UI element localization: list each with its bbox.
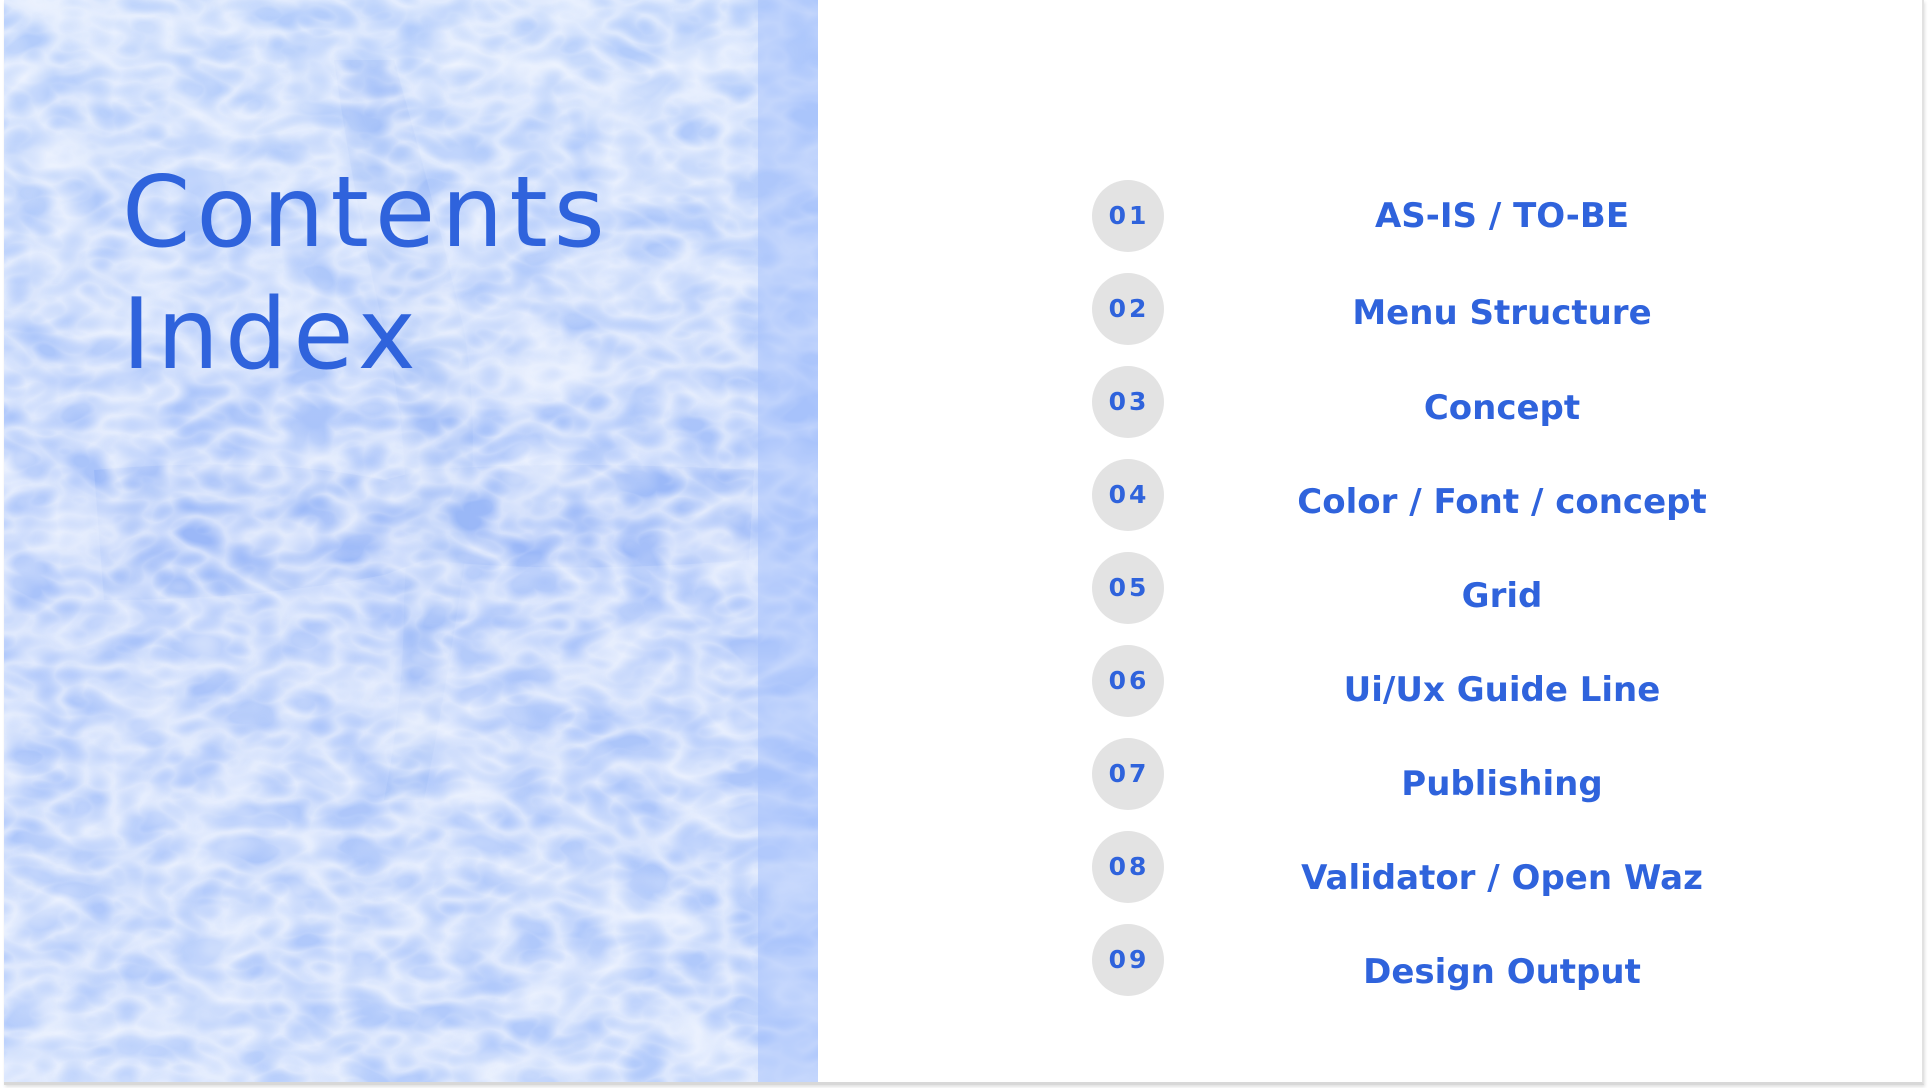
number-badge: 08 — [1092, 831, 1164, 903]
number-badge: 06 — [1092, 645, 1164, 717]
water-image-panel: Contents Index — [4, 0, 818, 1082]
number-badge: 07 — [1092, 738, 1164, 810]
contents-index-title: Contents Index — [122, 152, 611, 396]
list-item-08[interactable]: 08 Validator / Open Waz — [1092, 831, 1792, 905]
item-label: Menu Structure — [1352, 293, 1652, 333]
number-badge: 03 — [1092, 366, 1164, 438]
slide: Contents Index 01 AS-IS / TO-BE 02 Menu … — [0, 0, 1928, 1088]
title-line-2: Index — [122, 278, 422, 392]
list-item-06[interactable]: 06 Ui/Ux Guide Line — [1092, 645, 1792, 719]
item-label: Design Output — [1363, 952, 1641, 992]
item-label: AS-IS / TO-BE — [1374, 196, 1630, 236]
number-badge: 01 — [1092, 180, 1164, 252]
list-item-07[interactable]: 07 Publishing — [1092, 738, 1792, 812]
slide-frame: Contents Index 01 AS-IS / TO-BE 02 Menu … — [4, 0, 1924, 1085]
item-label: Publishing — [1401, 764, 1603, 804]
title-line-1: Contents — [122, 156, 611, 270]
number-badge: 02 — [1092, 273, 1164, 345]
list-item-01[interactable]: 01 AS-IS / TO-BE — [1092, 180, 1792, 254]
list-item-09[interactable]: 09 Design Output — [1092, 924, 1792, 998]
item-label: Grid — [1461, 576, 1543, 616]
number-badge: 09 — [1092, 924, 1164, 996]
item-label: Ui/Ux Guide Line — [1343, 670, 1661, 710]
number-badge: 04 — [1092, 459, 1164, 531]
number-badge: 05 — [1092, 552, 1164, 624]
item-label: Color / Font / concept — [1297, 482, 1707, 522]
list-item-04[interactable]: 04 Color / Font / concept — [1092, 459, 1792, 533]
item-label: Validator / Open Waz — [1301, 858, 1703, 898]
item-label: Concept — [1423, 388, 1581, 428]
list-item-02[interactable]: 02 Menu Structure — [1092, 273, 1792, 347]
list-item-05[interactable]: 05 Grid — [1092, 552, 1792, 626]
list-item-03[interactable]: 03 Concept — [1092, 366, 1792, 440]
